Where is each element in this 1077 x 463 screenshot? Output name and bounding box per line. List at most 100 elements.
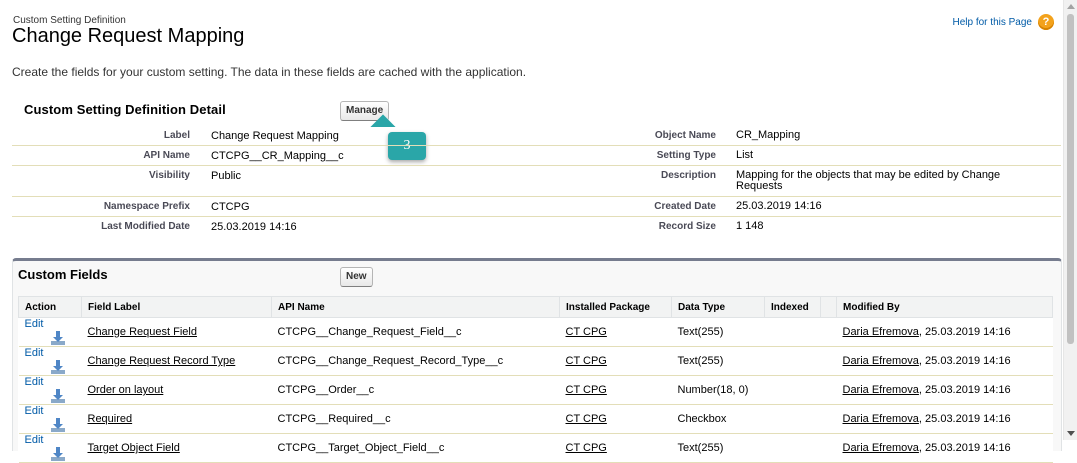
field-label-cell: Order on layout <box>81 375 272 405</box>
blank-cell <box>820 404 837 434</box>
field-label-link[interactable]: Required <box>88 413 133 425</box>
detail-label: API Name <box>143 150 190 161</box>
edit-link[interactable]: Edit <box>25 405 44 417</box>
modified-by-cell: Daria Efremova, 25.03.2019 14:16 <box>836 317 1053 347</box>
question-icon[interactable]: ? <box>1038 14 1054 30</box>
data-type-cell: Text(255) <box>671 317 765 347</box>
api-name-cell: CTCPG__Required__c <box>271 404 560 434</box>
column-header-installed-package[interactable]: Installed Package <box>559 296 672 318</box>
indexed-cell <box>764 375 821 405</box>
vertical-scrollbar[interactable] <box>1063 0 1077 440</box>
scroll-down-arrow-icon[interactable] <box>1067 431 1075 436</box>
modified-by-cell: Daria Efremova, 25.03.2019 14:16 <box>836 404 1053 434</box>
detail-label: Setting Type <box>656 150 716 161</box>
modified-by-user-link[interactable]: Daria Efremova <box>843 326 919 338</box>
api-name-cell: CTCPG__Order__c <box>271 375 560 405</box>
edit-link[interactable]: Edit <box>25 318 44 330</box>
modified-by-user-link[interactable]: Daria Efremova <box>843 413 919 425</box>
blank-cell <box>820 433 837 463</box>
action-cell: Edit <box>18 433 82 463</box>
detail-row: Visibility Public Description Mapping fo… <box>12 166 1061 197</box>
api-name-cell: CTCPG__Change_Request_Record_Type__c <box>271 346 560 376</box>
package-link[interactable]: CT CPG <box>566 413 607 425</box>
modified-by-user-link[interactable]: Daria Efremova <box>843 442 919 454</box>
detail-row: Namespace Prefix CTCPG Created Date 25.0… <box>12 197 1061 217</box>
detail-label: Created Date <box>654 201 716 212</box>
download-icon <box>50 447 65 461</box>
edit-link[interactable]: Edit <box>25 376 44 388</box>
field-label-link[interactable]: Change Request Field <box>88 326 197 338</box>
api-name-cell: CTCPG__Change_Request_Field__c <box>271 317 560 347</box>
package-link[interactable]: CT CPG <box>566 384 607 396</box>
api-name-cell: CTCPG__Target_Object_Field__c <box>271 433 560 463</box>
data-type-cell: Number(18, 0) <box>671 375 765 405</box>
package-cell: CT CPG <box>559 375 672 405</box>
custom-fields-title: Custom Fields <box>18 267 108 282</box>
column-header-field-label[interactable]: Field Label <box>81 296 272 318</box>
field-label-link[interactable]: Order on layout <box>88 384 164 396</box>
detail-table: Label Change Request Mapping Object Name… <box>12 126 1061 236</box>
detail-section-title: Custom Setting Definition Detail <box>24 102 226 117</box>
scrollbar-thumb[interactable] <box>1067 14 1074 344</box>
custom-fields-table: Action Field Label API Name Installed Pa… <box>18 296 1053 463</box>
table-row: Edit Target Object Field CTCPG__Target_O… <box>18 433 1053 463</box>
package-link[interactable]: CT CPG <box>566 326 607 338</box>
field-label-link[interactable]: Change Request Record Type <box>88 355 236 367</box>
modified-by-user-link[interactable]: Daria Efremova <box>843 355 919 367</box>
edit-link[interactable]: Edit <box>25 434 44 446</box>
download-icon <box>50 360 65 374</box>
column-header-indexed[interactable]: Indexed <box>764 296 821 318</box>
blank-cell <box>820 317 837 347</box>
modified-date: , 25.03.2019 14:16 <box>918 355 1011 367</box>
modified-by-user-link[interactable]: Daria Efremova <box>843 384 919 396</box>
detail-label: Description <box>660 170 716 181</box>
action-cell: Edit <box>18 404 82 434</box>
detail-row: Label Change Request Mapping Object Name… <box>12 126 1061 146</box>
column-header-blank <box>820 296 837 318</box>
data-type-cell: Checkbox <box>671 404 765 434</box>
package-link[interactable]: CT CPG <box>566 442 607 454</box>
help-link[interactable]: Help for this Page <box>953 17 1033 28</box>
package-cell: CT CPG <box>559 317 672 347</box>
column-header-data-type[interactable]: Data Type <box>671 296 765 318</box>
indexed-cell <box>764 433 821 463</box>
page: Custom Setting Definition Change Request… <box>0 0 1064 463</box>
field-label-cell: Required <box>81 404 272 434</box>
detail-value: CR_Mapping <box>736 129 801 141</box>
package-cell: CT CPG <box>559 404 672 434</box>
table-row: Edit Required CTCPG__Required__c CT CPG … <box>18 404 1053 434</box>
modified-date: , 25.03.2019 14:16 <box>918 326 1011 338</box>
scroll-up-arrow-icon[interactable] <box>1067 4 1075 9</box>
download-icon <box>50 389 65 403</box>
detail-label: Label <box>163 130 190 141</box>
download-icon <box>50 418 65 432</box>
data-type-cell: Text(255) <box>671 433 765 463</box>
detail-label: Object Name <box>654 130 716 141</box>
action-cell: Edit <box>18 346 82 376</box>
edit-link[interactable]: Edit <box>25 347 44 359</box>
table-row: Edit Order on layout CTCPG__Order__c CT … <box>18 375 1053 405</box>
action-cell: Edit <box>18 317 82 347</box>
data-type-cell: Text(255) <box>671 346 765 376</box>
detail-label: Record Size <box>658 221 716 232</box>
modified-date: , 25.03.2019 14:16 <box>918 442 1011 454</box>
indexed-cell <box>764 346 821 376</box>
modified-by-cell: Daria Efremova, 25.03.2019 14:16 <box>836 346 1053 376</box>
column-header-action[interactable]: Action <box>18 296 82 318</box>
detail-value: List <box>736 149 754 161</box>
package-cell: CT CPG <box>559 433 672 463</box>
detail-row: Last Modified Date 25.03.2019 14:16 Reco… <box>12 217 1061 236</box>
field-label-link[interactable]: Target Object Field <box>88 442 180 454</box>
column-header-api-name[interactable]: API Name <box>271 296 560 318</box>
new-field-button[interactable]: New <box>340 267 373 287</box>
modified-by-cell: Daria Efremova, 25.03.2019 14:16 <box>836 375 1053 405</box>
table-header-row: Action Field Label API Name Installed Pa… <box>18 296 1053 318</box>
package-cell: CT CPG <box>559 346 672 376</box>
package-link[interactable]: CT CPG <box>566 355 607 367</box>
field-label-cell: Change Request Record Type <box>81 346 272 376</box>
modified-date: , 25.03.2019 14:16 <box>918 384 1011 396</box>
table-row: Edit Change Request Record Type CTCPG__C… <box>18 346 1053 376</box>
indexed-cell <box>764 404 821 434</box>
column-header-modified-by[interactable]: Modified By <box>836 296 1053 318</box>
indexed-cell <box>764 317 821 347</box>
